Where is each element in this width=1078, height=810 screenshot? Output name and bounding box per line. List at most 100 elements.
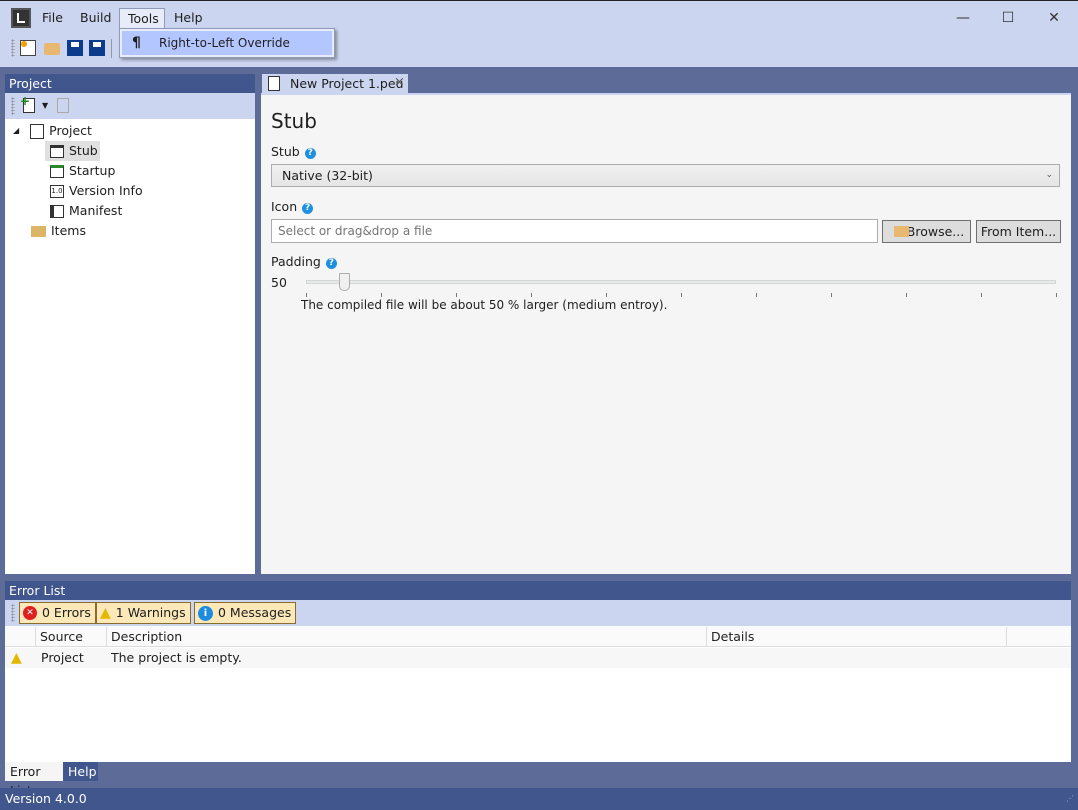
slider-thumb[interactable] — [339, 273, 350, 291]
from-item-button[interactable]: From Item... — [976, 220, 1061, 243]
save-all-icon[interactable] — [89, 40, 105, 56]
manifest-icon — [50, 205, 64, 218]
tree-item-stub[interactable]: Stub — [45, 141, 100, 161]
stub-settings-page: Stub Stub? Native (32-bit) ⌄ Icon? Brows… — [261, 93, 1071, 574]
open-folder-icon[interactable] — [44, 43, 60, 55]
slider-tick — [1056, 293, 1057, 297]
add-item-icon[interactable]: + — [23, 98, 35, 113]
close-window-button[interactable]: ✕ — [1044, 10, 1064, 28]
tab-label: New Project 1.peu — [290, 76, 403, 91]
resize-grip-icon[interactable]: ⋰ — [1066, 788, 1074, 810]
tab-new-project[interactable]: New Project 1.peu × — [262, 74, 408, 93]
toolbar-separator — [111, 39, 112, 58]
folder-icon — [31, 226, 46, 237]
save-icon[interactable] — [67, 40, 83, 56]
col-description[interactable]: Description — [107, 627, 707, 646]
toolbar-grip[interactable] — [11, 604, 15, 622]
messages-count: 0 Messages — [218, 603, 291, 623]
row-description: The project is empty. — [111, 648, 242, 668]
slider-tick — [756, 293, 757, 297]
new-project-icon[interactable] — [20, 40, 36, 56]
error-list-title: Error List — [5, 581, 1071, 600]
expand-icon[interactable]: ◢ — [13, 121, 19, 141]
padding-label: Padding? — [271, 254, 337, 269]
errors-filter-button[interactable]: ✕ 0 Errors — [19, 602, 96, 624]
warnings-count: 1 Warnings — [116, 603, 186, 623]
project-panel-title: Project — [5, 74, 255, 93]
menu-item-label: Right-to-Left Override — [159, 31, 290, 55]
chevron-down-icon[interactable]: ▼ — [42, 101, 48, 110]
slider-tick — [531, 293, 532, 297]
project-file-icon — [268, 76, 280, 91]
slider-tick — [456, 293, 457, 297]
tree-item-project[interactable]: ◢ Project — [5, 121, 255, 141]
stub-select-value: Native (32-bit) — [282, 168, 373, 183]
col-source[interactable]: Source — [36, 627, 107, 646]
padding-note: The compiled file will be about 50 % lar… — [301, 298, 667, 312]
errors-count: 0 Errors — [42, 603, 91, 623]
warnings-filter-button[interactable]: ▲1 Warnings — [96, 602, 191, 624]
slider-tick — [381, 293, 382, 297]
info-icon: i — [198, 606, 213, 621]
slider-tick — [981, 293, 982, 297]
help-icon[interactable]: ? — [326, 258, 337, 269]
stub-select[interactable]: Native (32-bit) ⌄ — [271, 164, 1060, 187]
app-logo — [11, 8, 31, 28]
slider-tick — [906, 293, 907, 297]
icon-label: Icon? — [271, 199, 313, 214]
stub-label: Stub? — [271, 144, 316, 159]
tab-error-list[interactable]: Error List — [5, 762, 63, 781]
help-icon[interactable]: ? — [302, 203, 313, 214]
tree-label: Stub — [69, 141, 98, 161]
menu-file[interactable]: File — [34, 8, 71, 29]
help-icon[interactable]: ? — [305, 148, 316, 159]
menu-item-rtl-override[interactable]: ¶ Right-to-Left Override — [122, 31, 332, 55]
row-source: Project — [41, 648, 84, 668]
tools-dropdown: ¶ Right-to-Left Override — [119, 28, 335, 58]
version-icon: 1.0 — [50, 185, 64, 198]
remove-item-icon[interactable] — [57, 98, 69, 113]
stub-label-text: Stub — [271, 144, 300, 159]
project-icon — [30, 124, 44, 139]
browse-button[interactable]: Browse... — [882, 220, 971, 243]
startup-icon — [50, 165, 64, 178]
minimize-button[interactable]: — — [953, 10, 973, 28]
icon-label-text: Icon — [271, 199, 297, 214]
tree-item-startup[interactable]: Startup — [5, 161, 255, 181]
open-folder-icon — [894, 226, 909, 237]
tree-label: Version Info — [69, 181, 143, 201]
tab-close-icon[interactable]: × — [394, 75, 405, 90]
pilcrow-icon: ¶ — [132, 31, 141, 55]
page-title: Stub — [271, 109, 317, 133]
project-panel: Project + ▼ ◢ Project Stub Startup 1.0 Ver… — [5, 74, 255, 574]
messages-filter-button[interactable]: i 0 Messages — [194, 602, 296, 624]
status-bar: Version 4.0.0 ⋰ — [0, 788, 1078, 810]
tab-help[interactable]: Help — [63, 762, 98, 781]
slider-tick — [606, 293, 607, 297]
padding-slider[interactable] — [306, 273, 1056, 295]
menu-build[interactable]: Build — [72, 8, 119, 29]
toolbar-grip[interactable] — [11, 97, 15, 115]
table-row[interactable]: ▲ Project The project is empty. — [5, 648, 1071, 668]
tree-item-version-info[interactable]: 1.0 Version Info — [5, 181, 255, 201]
toolbar-grip[interactable] — [11, 39, 15, 57]
padding-label-text: Padding — [271, 254, 321, 269]
tree-label: Project — [49, 121, 92, 141]
icon-file-input[interactable] — [271, 219, 878, 243]
col-type[interactable] — [5, 627, 36, 646]
menu-tools[interactable]: Tools — [119, 8, 165, 29]
window-icon — [50, 145, 64, 158]
warning-icon: ▲ — [100, 603, 111, 623]
maximize-button[interactable]: ☐ — [998, 10, 1018, 28]
col-details[interactable]: Details — [707, 627, 1007, 646]
menu-help[interactable]: Help — [166, 8, 211, 29]
tree-label: Manifest — [69, 201, 122, 221]
warning-icon: ▲ — [11, 648, 22, 668]
tree-item-manifest[interactable]: Manifest — [5, 201, 255, 221]
project-toolbar: + ▼ — [5, 93, 255, 119]
version-text: Version 4.0.0 — [5, 791, 87, 806]
padding-value: 50 — [271, 275, 287, 290]
error-icon: ✕ — [23, 606, 37, 620]
slider-tick — [306, 293, 307, 297]
tree-item-items[interactable]: Items — [5, 221, 255, 241]
